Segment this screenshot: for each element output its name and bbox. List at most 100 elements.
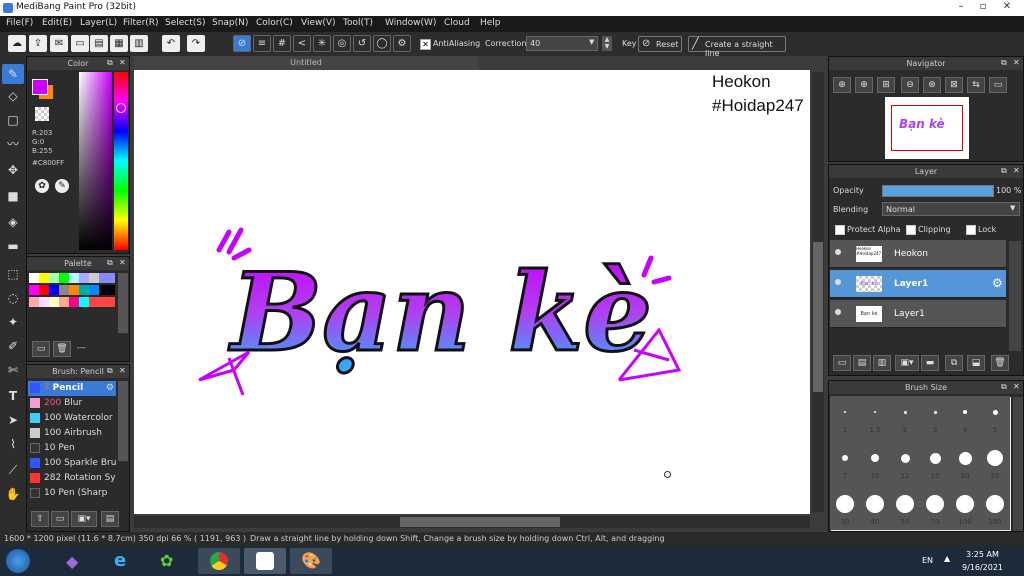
material-icon[interactable]: ▦ <box>110 35 128 52</box>
correction-stepper[interactable]: ▲ ▼ <box>602 36 612 51</box>
menu-file[interactable]: File(F) <box>6 18 33 28</box>
eyedropper-icon[interactable]: ⌇ <box>2 434 24 454</box>
brush-size-option[interactable]: 4 <box>950 396 980 440</box>
opacity-slider[interactable] <box>882 185 994 197</box>
tray-arrow-icon[interactable]: ▲ <box>944 554 950 563</box>
saturation-brightness-picker[interactable] <box>79 72 112 250</box>
correction-select[interactable]: 40 ▼ <box>526 36 598 51</box>
minimize-button[interactable]: – <box>950 0 972 14</box>
snap-curve-icon[interactable]: ↺ <box>353 35 371 52</box>
brush-size-option[interactable]: 3 <box>920 396 950 440</box>
navigator-preview[interactable]: Bạn kè <box>885 97 969 159</box>
start-button-icon[interactable] <box>6 549 30 573</box>
magic-wand-icon[interactable]: ✦ <box>2 312 24 332</box>
gradient-tool-icon[interactable]: ▬ <box>2 236 24 256</box>
panel-close-icon[interactable]: ✕ <box>1013 58 1020 67</box>
menu-help[interactable]: Help <box>480 18 501 28</box>
brush-size-option[interactable]: 2 <box>890 396 920 440</box>
brush-item-pencil[interactable]: 7 Pencil ⚙ <box>28 381 116 396</box>
chrome-icon[interactable] <box>198 548 240 574</box>
app-green-icon[interactable]: ✿ <box>160 551 173 570</box>
palette-scrollbar[interactable] <box>118 273 128 333</box>
brush-size-scrollbar[interactable] <box>1013 397 1023 531</box>
flip-icon[interactable]: ⇆ <box>967 77 985 93</box>
brush-size-option[interactable]: 7 <box>830 442 860 486</box>
brush-tool-icon[interactable]: ✎ <box>2 64 24 84</box>
layer-folder-button[interactable]: ▬ <box>921 355 939 371</box>
brush-add-button[interactable]: ⇧ <box>31 511 49 527</box>
menu-select[interactable]: Select(S) <box>165 18 206 28</box>
layer-duplicate-button[interactable]: ⧉ <box>945 355 963 371</box>
actual-size-icon[interactable]: ⊞ <box>877 77 895 93</box>
comment-icon[interactable]: ✉ <box>50 35 68 52</box>
brush-item-pen-sharp[interactable]: 10 Pen (Sharp <box>28 486 116 501</box>
eye-icon[interactable] <box>835 309 841 315</box>
operation-tool-icon[interactable]: ➤ <box>2 410 24 430</box>
brush-item-rotation[interactable]: 282 Rotation Sy <box>28 471 116 486</box>
select-eraser-icon[interactable]: ✄ <box>2 360 24 380</box>
panel-close-icon[interactable]: ✕ <box>119 366 126 375</box>
clock-time[interactable]: 3:25 AM <box>966 550 999 559</box>
brush-item-blur[interactable]: 200 Blur <box>28 396 116 411</box>
brush-size-option[interactable]: 40 <box>860 488 890 530</box>
layer-delete-button[interactable]: 🗑 <box>991 355 1009 371</box>
brush-size-option[interactable]: 15 <box>920 442 950 486</box>
brush-size-option[interactable]: 50 <box>890 488 920 530</box>
palette-delete-button[interactable]: 🗑 <box>53 341 71 357</box>
zoom-fit-icon[interactable]: ⊕ <box>833 77 851 93</box>
brush-item-pen[interactable]: 10 Pen <box>28 441 116 456</box>
tab-untitled[interactable]: Untitled <box>134 56 478 70</box>
reset-button[interactable]: ⊘ Reset <box>638 36 682 52</box>
move-brush-icon[interactable]: 〰 <box>2 134 24 154</box>
straight-line-button[interactable]: ╱ Create a straight line <box>688 36 786 58</box>
close-button[interactable]: ✕ <box>996 0 1018 14</box>
layer-row-layer1-active[interactable]: Bạn kè Layer1 ⚙ <box>830 270 1006 298</box>
drawing-canvas[interactable]: Heokon #Hoidap247 Bạn kè <box>134 70 810 514</box>
undo-icon[interactable]: ↶ <box>162 35 180 52</box>
layer-add-menu-button[interactable]: ▣▾ <box>895 355 919 371</box>
canvas-vscroll-thumb[interactable] <box>813 242 823 392</box>
menu-color[interactable]: Color(C) <box>256 18 293 28</box>
dot-tool-icon[interactable]: □ <box>2 110 24 130</box>
grid-icon[interactable]: ▥ <box>130 35 148 52</box>
hue-slider[interactable] <box>114 72 128 250</box>
panel-float-icon[interactable]: ⧉ <box>1001 58 1007 68</box>
blending-select[interactable]: Normal ▼ <box>882 202 1020 216</box>
brush-size-option[interactable]: 25 <box>980 442 1010 486</box>
brush-size-option[interactable]: 100 <box>950 488 980 530</box>
panel-float-icon[interactable]: ⧉ <box>107 58 113 68</box>
panel-float-icon[interactable]: ⧉ <box>1001 166 1007 176</box>
new-file-icon[interactable]: ▭ <box>71 35 89 52</box>
layer-merge-button[interactable]: ⬓ <box>967 355 985 371</box>
menu-edit[interactable]: Edit(E) <box>42 18 72 28</box>
transparent-swatch[interactable] <box>35 107 49 121</box>
canvas-vscrollbar[interactable] <box>812 72 824 512</box>
layer-new-mono-button[interactable]: ▥ <box>873 355 891 371</box>
cloud-icon[interactable]: ☁ <box>8 35 26 52</box>
select-tool-icon[interactable]: ⬚ <box>2 264 24 284</box>
visual-studio-icon[interactable]: ◆ <box>66 552 78 571</box>
gear-icon[interactable]: ⚙ <box>106 381 114 396</box>
brush-size-option[interactable]: 20 <box>950 442 980 486</box>
select-pen-icon[interactable]: ✐ <box>2 336 24 356</box>
fill-rect-icon[interactable]: ■ <box>2 186 24 206</box>
brush-size-option[interactable]: 30 <box>830 488 860 530</box>
bucket-tool-icon[interactable]: ◈ <box>2 212 24 232</box>
zoom-out-icon[interactable]: ⊖ <box>901 77 919 93</box>
hue-slider-handle[interactable] <box>116 103 126 113</box>
brush-size-option[interactable]: 12 <box>890 442 920 486</box>
text-tool-icon[interactable]: T <box>2 386 24 406</box>
panel-float-icon[interactable]: ⧉ <box>1001 382 1007 392</box>
divide-tool-icon[interactable]: ⟋ <box>2 460 24 480</box>
brush-size-option[interactable]: 1 <box>830 396 860 440</box>
lock-checkbox[interactable] <box>966 225 976 235</box>
menu-layer[interactable]: Layer(L) <box>80 18 117 28</box>
palette-swatches[interactable] <box>29 273 115 307</box>
paint-icon[interactable]: 🎨 <box>290 548 332 574</box>
palette-edit-icon[interactable]: ✎ <box>55 179 69 193</box>
language-indicator[interactable]: EN <box>922 556 933 565</box>
brush-item-watercolor[interactable]: 100 Watercolor <box>28 411 116 426</box>
medibang-icon[interactable] <box>244 548 286 574</box>
eye-icon[interactable] <box>835 249 841 255</box>
palette-new-button[interactable]: ▭ <box>32 341 50 357</box>
